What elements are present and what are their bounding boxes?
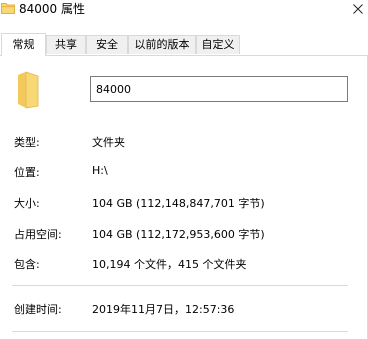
general-panel: 类型: 文件夹 位置: H:\ 大小: 104 GB (112,148,847,… — [0, 56, 368, 339]
created-value: 2019年11月7日，12:57:36 — [92, 303, 235, 316]
tab-strip: 常规 共享 安全 以前的版本 自定义 — [0, 33, 368, 56]
type-value: 文件夹 — [92, 136, 125, 149]
close-icon — [353, 4, 363, 14]
location-value: H:\ — [92, 164, 108, 177]
close-button[interactable] — [348, 0, 368, 20]
location-label: 位置: — [14, 166, 40, 179]
size-label: 大小: — [14, 197, 40, 210]
folder-name-input[interactable] — [90, 76, 348, 102]
tab-sharing[interactable]: 共享 — [46, 35, 86, 54]
created-label: 创建时间: — [14, 303, 62, 316]
folder-icon — [1, 2, 15, 14]
size-value: 104 GB (112,148,847,701 字节) — [92, 197, 265, 210]
size-on-disk-label: 占用空间: — [14, 228, 62, 241]
divider — [12, 331, 348, 332]
tab-general[interactable]: 常规 — [1, 33, 46, 56]
contains-value: 10,194 个文件，415 个文件夹 — [92, 258, 247, 271]
size-on-disk-value: 104 GB (112,172,953,600 字节) — [92, 228, 265, 241]
folder-icon — [15, 71, 41, 109]
title-bar: 84000 属性 — [0, 0, 368, 22]
tab-security[interactable]: 安全 — [86, 35, 128, 54]
type-label: 类型: — [14, 136, 40, 149]
contains-label: 包含: — [14, 258, 40, 271]
window-title: 84000 属性 — [19, 2, 85, 16]
tab-previous-versions[interactable]: 以前的版本 — [128, 35, 196, 54]
tab-customize[interactable]: 自定义 — [196, 35, 240, 54]
divider — [12, 285, 348, 286]
